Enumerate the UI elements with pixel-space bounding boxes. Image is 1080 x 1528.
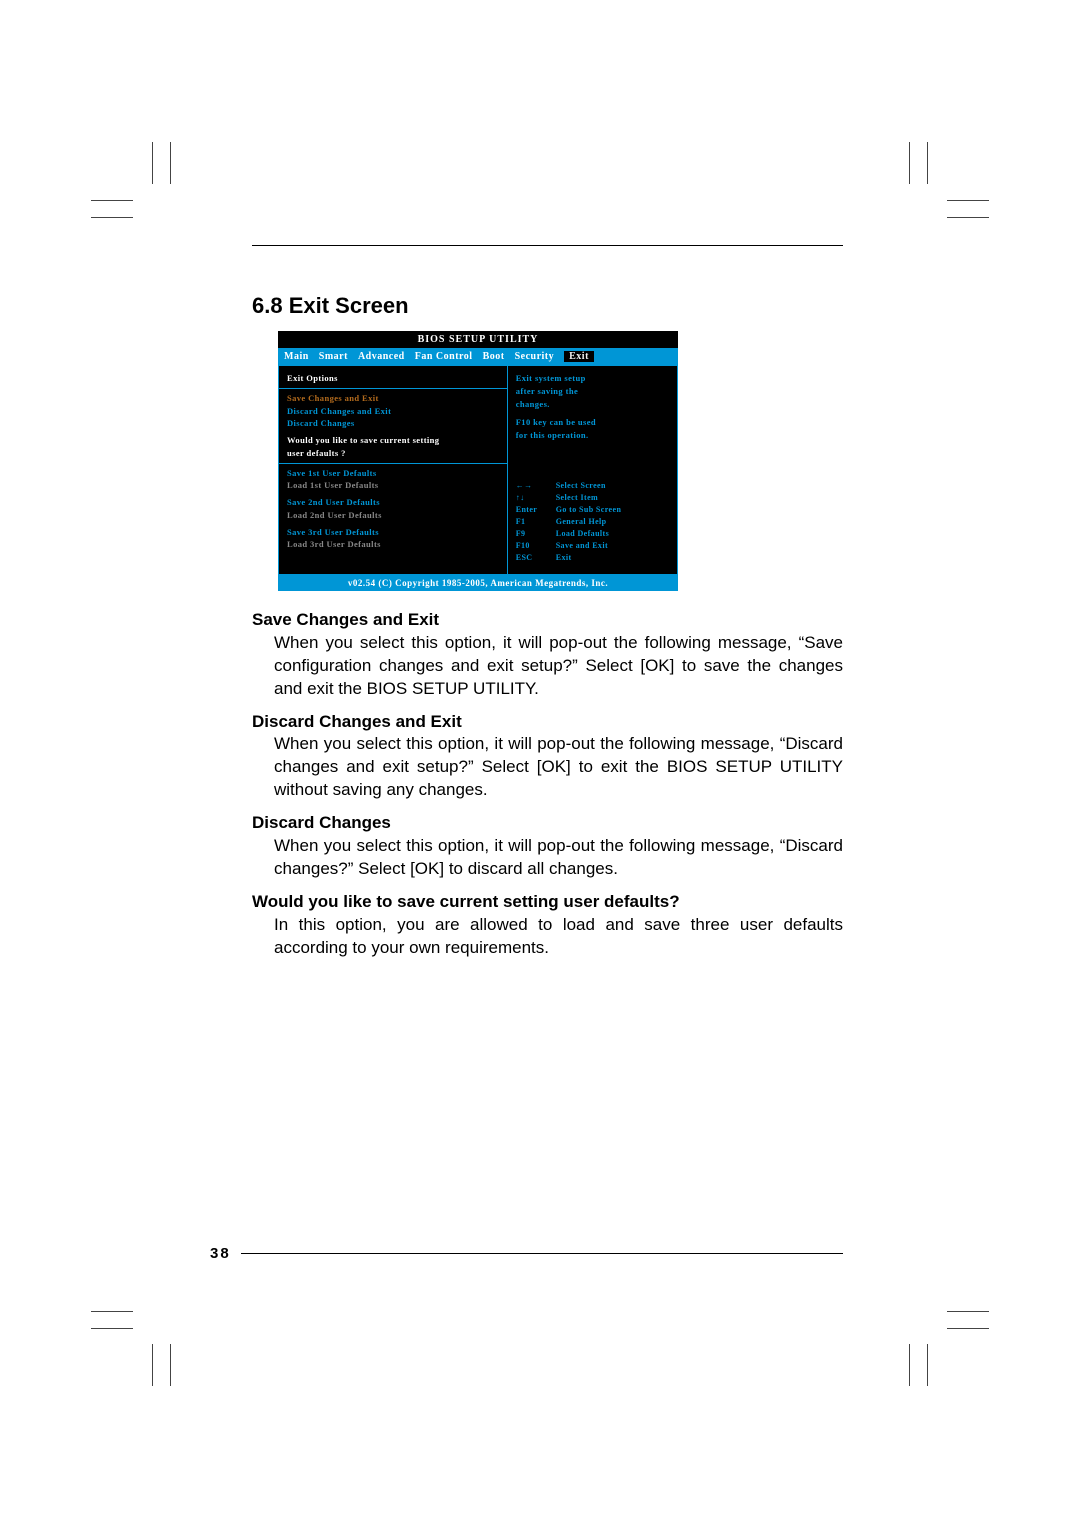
bios-footer: v02.54 (C) Copyright 1985-2005, American…: [278, 575, 678, 591]
bios-exit-options-heading: Exit Options: [287, 372, 499, 385]
explanation-desc: When you select this option, it will pop…: [274, 733, 843, 802]
explanation-desc: When you select this option, it will pop…: [274, 632, 843, 701]
bios-tabs: Main Smart Advanced Fan Control Boot Sec…: [278, 348, 678, 365]
bios-tab: Boot: [483, 351, 505, 362]
explanation-title: Discard Changes: [252, 812, 843, 835]
bios-prompt: Would you like to save current setting: [287, 434, 499, 447]
bios-tab: Advanced: [358, 351, 405, 362]
bios-help-text: F10 key can be used: [516, 416, 669, 429]
bios-prompt: user defaults ?: [287, 447, 499, 460]
bios-key-label: Load Defaults: [556, 528, 609, 540]
bios-menu-item: Save 1st User Defaults: [287, 467, 499, 480]
bios-right-pane: Exit system setup after saving the chang…: [508, 365, 678, 575]
explanation-title: Save Changes and Exit: [252, 609, 843, 632]
page-content: 6.8 Exit Screen BIOS SETUP UTILITY Main …: [252, 245, 843, 960]
bios-key: ↑↓: [516, 492, 556, 504]
section-number: 6.8: [252, 293, 283, 318]
bios-help-text: Exit system setup: [516, 372, 669, 385]
bios-menu-item: Discard Changes: [287, 417, 499, 430]
explanation-desc: When you select this option, it will pop…: [274, 835, 843, 881]
bios-screenshot: BIOS SETUP UTILITY Main Smart Advanced F…: [278, 331, 678, 591]
explanation-title: Discard Changes and Exit: [252, 711, 843, 734]
bios-key: Enter: [516, 504, 556, 516]
bios-key-label: Exit: [556, 552, 572, 564]
bios-tab: Security: [515, 351, 555, 362]
bios-key-label: Select Screen: [556, 480, 606, 492]
bios-menu-item-disabled: Load 1st User Defaults: [287, 479, 499, 492]
bios-menu-item: Save Changes and Exit: [287, 392, 499, 405]
bios-tab-active: Exit: [564, 351, 594, 362]
explanation-title: Would you like to save current setting u…: [252, 891, 843, 914]
bios-help-text: changes.: [516, 398, 669, 411]
bios-tab: Smart: [319, 351, 348, 362]
section-title: Exit Screen: [289, 293, 409, 318]
bios-tab: Main: [284, 351, 309, 362]
bios-menu-item: Save 2nd User Defaults: [287, 496, 499, 509]
bios-menu-item: Discard Changes and Exit: [287, 405, 499, 418]
bios-key: F1: [516, 516, 556, 528]
bios-key-label: General Help: [556, 516, 607, 528]
section-heading: 6.8 Exit Screen: [252, 293, 843, 319]
bios-title: BIOS SETUP UTILITY: [278, 331, 678, 348]
bios-key-label: Save and Exit: [556, 540, 608, 552]
bios-key: F10: [516, 540, 556, 552]
bios-key: ←→: [516, 480, 556, 492]
bios-help-text: for this operation.: [516, 429, 669, 442]
bios-menu-item-disabled: Load 2nd User Defaults: [287, 509, 499, 522]
bios-help-text: after saving the: [516, 385, 669, 398]
bios-tab: Fan Control: [415, 351, 473, 362]
bios-key-label: Select Item: [556, 492, 598, 504]
bios-left-pane: Exit Options Save Changes and Exit Disca…: [278, 365, 508, 575]
bios-body: Exit Options Save Changes and Exit Disca…: [278, 365, 678, 575]
bios-key-label: Go to Sub Screen: [556, 504, 622, 516]
page-number: 38: [210, 1245, 231, 1262]
footer-rule: [241, 1253, 843, 1254]
bios-key: ESC: [516, 552, 556, 564]
bios-nav-keys: ←→Select Screen ↑↓Select Item EnterGo to…: [516, 480, 669, 564]
explanation-body: Save Changes and Exit When you select th…: [252, 609, 843, 960]
bios-menu-item: Save 3rd User Defaults: [287, 526, 499, 539]
explanation-desc: In this option, you are allowed to load …: [274, 914, 843, 960]
bios-menu-item-disabled: Load 3rd User Defaults: [287, 538, 499, 551]
bios-key: F9: [516, 528, 556, 540]
page-footer: 38: [210, 1245, 843, 1262]
